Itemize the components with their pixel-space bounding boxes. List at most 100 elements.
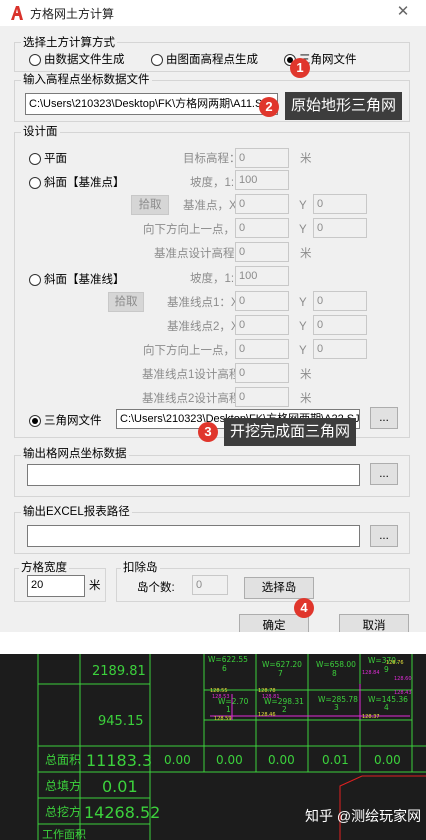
cad-row-value-4: 0.01 xyxy=(322,753,349,767)
cad-spot-7: 128.46 xyxy=(258,712,276,718)
close-icon[interactable]: ✕ xyxy=(396,4,410,19)
window-title: 方格网土方计算 xyxy=(30,7,115,21)
base-elev-label: 基准点设计高程： xyxy=(154,248,246,260)
slope-point-ratio-label: 坡度，1: xyxy=(190,177,235,189)
line-p1-y-input[interactable]: 0 xyxy=(313,291,367,311)
cad-row-value-5: 0.00 xyxy=(374,753,401,767)
pick-line-button[interactable]: 拾取 xyxy=(108,292,144,312)
line-p2-label: 基准线点2，X xyxy=(167,321,239,333)
cad-spot-4: 128.53 xyxy=(212,694,230,700)
target-elev-input[interactable]: 0 xyxy=(235,148,289,168)
cad-grid-n-9: 9 xyxy=(384,665,389,674)
cad-inner-n-2: 2 xyxy=(282,705,287,714)
watermark-text: 知乎 @测绘玩家网 xyxy=(305,808,422,824)
app-logo-icon xyxy=(10,5,24,21)
cad-cell-2: 945.15 xyxy=(98,714,144,729)
cad-total-area-value: 11183.3 xyxy=(86,751,152,770)
cad-spot-10: 128.43 xyxy=(394,690,412,696)
cad-row-value-3: 0.00 xyxy=(268,753,295,767)
annotation-badge-2: 2 xyxy=(259,97,279,117)
cad-spot-6: 128.59 xyxy=(214,716,232,722)
line-down-x-input[interactable]: 0 xyxy=(235,339,289,359)
cad-grid-w-6: W=622.55 xyxy=(208,655,248,664)
cancel-button[interactable]: 取消 xyxy=(339,614,409,632)
island-count-label: 岛个数: xyxy=(137,582,175,594)
radio-data-file-label: 由数据文件生成 xyxy=(44,54,125,66)
cad-cell-1: 2189.81 xyxy=(92,664,146,679)
annotation-callout-3: 开挖完成面三角网 xyxy=(224,418,357,446)
down-point-x-input[interactable]: 0 xyxy=(235,218,289,238)
cad-inner-n-1: 1 xyxy=(226,705,231,714)
radio-data-file[interactable] xyxy=(29,54,41,66)
line-elev2-input[interactable]: 0 xyxy=(235,387,289,407)
cad-spot-5: 128.81 xyxy=(262,694,280,700)
line-p2-x-input[interactable]: 0 xyxy=(235,315,289,335)
line-elev1-unit: 米 xyxy=(300,369,312,381)
annotation-badge-3: 3 xyxy=(198,422,218,442)
line-elev2-unit: 米 xyxy=(300,393,312,405)
cad-total-cut-value: 14268.52 xyxy=(84,803,160,822)
line-p2-y-label: Y xyxy=(299,321,307,333)
input-file-path[interactable]: C:\Users\210323\Desktop\FK\方格网两期\A11.SJW xyxy=(25,93,278,115)
cad-spot-11: 128.37 xyxy=(362,714,380,720)
cad-total-fill-value: 0.01 xyxy=(102,777,138,796)
annotation-badge-4: 4 xyxy=(294,598,314,618)
slope-line-ratio-label: 坡度，1: xyxy=(190,273,235,285)
radio-map-points[interactable] xyxy=(151,54,163,66)
radio-map-points-label: 由图面高程点生成 xyxy=(166,54,258,66)
line-down-label: 向下方向上一点，X xyxy=(143,345,243,357)
target-elev-label: 目标高程： xyxy=(183,153,241,165)
base-elev-unit: 米 xyxy=(300,248,312,260)
cad-grid-n-6: 6 xyxy=(222,664,227,673)
cad-inner-n-3: 3 xyxy=(334,703,339,712)
base-elev-input[interactable]: 0 xyxy=(235,242,289,262)
title-bar: 方格网土方计算 ✕ xyxy=(0,0,426,26)
line-down-y-input[interactable]: 0 xyxy=(313,339,367,359)
output-excel-path[interactable] xyxy=(27,525,360,547)
down-point-y-label: Y xyxy=(299,224,307,236)
cad-row-value-2: 0.00 xyxy=(216,753,243,767)
design-tin-browse-button[interactable]: ... xyxy=(370,407,398,429)
base-x-input[interactable]: 0 xyxy=(235,194,289,214)
radio-design-tin[interactable] xyxy=(29,415,41,427)
line-elev1-input[interactable]: 0 xyxy=(235,363,289,383)
base-x-label: 基准点，X xyxy=(183,200,237,212)
design-group-title: 设计面 xyxy=(21,125,60,139)
output-grid-path[interactable] xyxy=(27,464,360,486)
down-point-y-input[interactable]: 0 xyxy=(313,218,367,238)
radio-slope-line[interactable] xyxy=(29,274,41,286)
radio-slope-point-label: 斜面【基准点】 xyxy=(44,177,125,189)
input-file-title: 输入高程点坐标数据文件 xyxy=(21,73,152,87)
down-point-label: 向下方向上一点，X xyxy=(143,224,243,236)
cad-total-fill-label: 总填方 xyxy=(45,778,81,793)
cad-grid-n-8: 8 xyxy=(332,669,337,678)
line-p1-x-input[interactable]: 0 xyxy=(235,291,289,311)
annotation-callout-2: 原始地形三角网 xyxy=(285,92,403,120)
annotation-badge-1: 1 xyxy=(290,58,310,78)
cad-spot-9: 128.60 xyxy=(394,676,412,682)
islands-title: 扣除岛 xyxy=(121,561,160,575)
line-p1-y-label: Y xyxy=(299,297,307,309)
radio-design-tin-label: 三角网文件 xyxy=(44,415,102,427)
radio-slope-point[interactable] xyxy=(29,177,41,189)
output-grid-browse-button[interactable]: ... xyxy=(370,463,398,485)
base-y-input[interactable]: 0 xyxy=(313,194,367,214)
cad-inner-n-4: 4 xyxy=(384,703,389,712)
grid-width-input[interactable]: 20 xyxy=(27,575,85,597)
slope-line-ratio-input[interactable]: 100 xyxy=(235,266,289,286)
cad-spot-8: 128.84 xyxy=(362,670,380,676)
line-p1-label: 基准线点1：X xyxy=(167,297,239,309)
output-excel-browse-button[interactable]: ... xyxy=(370,525,398,547)
slope-point-ratio-input[interactable]: 100 xyxy=(235,170,289,190)
cad-grid-w-7: W=627.20 xyxy=(262,660,302,669)
cad-grid-n-7: 7 xyxy=(278,669,283,678)
cad-spot-1: 128.76 xyxy=(386,660,404,666)
pick-point-button[interactable]: 拾取 xyxy=(131,195,169,215)
select-island-button[interactable]: 选择岛 xyxy=(244,577,314,599)
line-p2-y-input[interactable]: 0 xyxy=(313,315,367,335)
cad-total-area-label: 总面积 xyxy=(45,753,81,767)
line-down-y-label: Y xyxy=(299,345,307,357)
cad-grid-w-8: W=658.00 xyxy=(316,660,356,669)
radio-plane[interactable] xyxy=(29,153,41,165)
cad-total-cut-label: 总挖方 xyxy=(45,804,81,819)
